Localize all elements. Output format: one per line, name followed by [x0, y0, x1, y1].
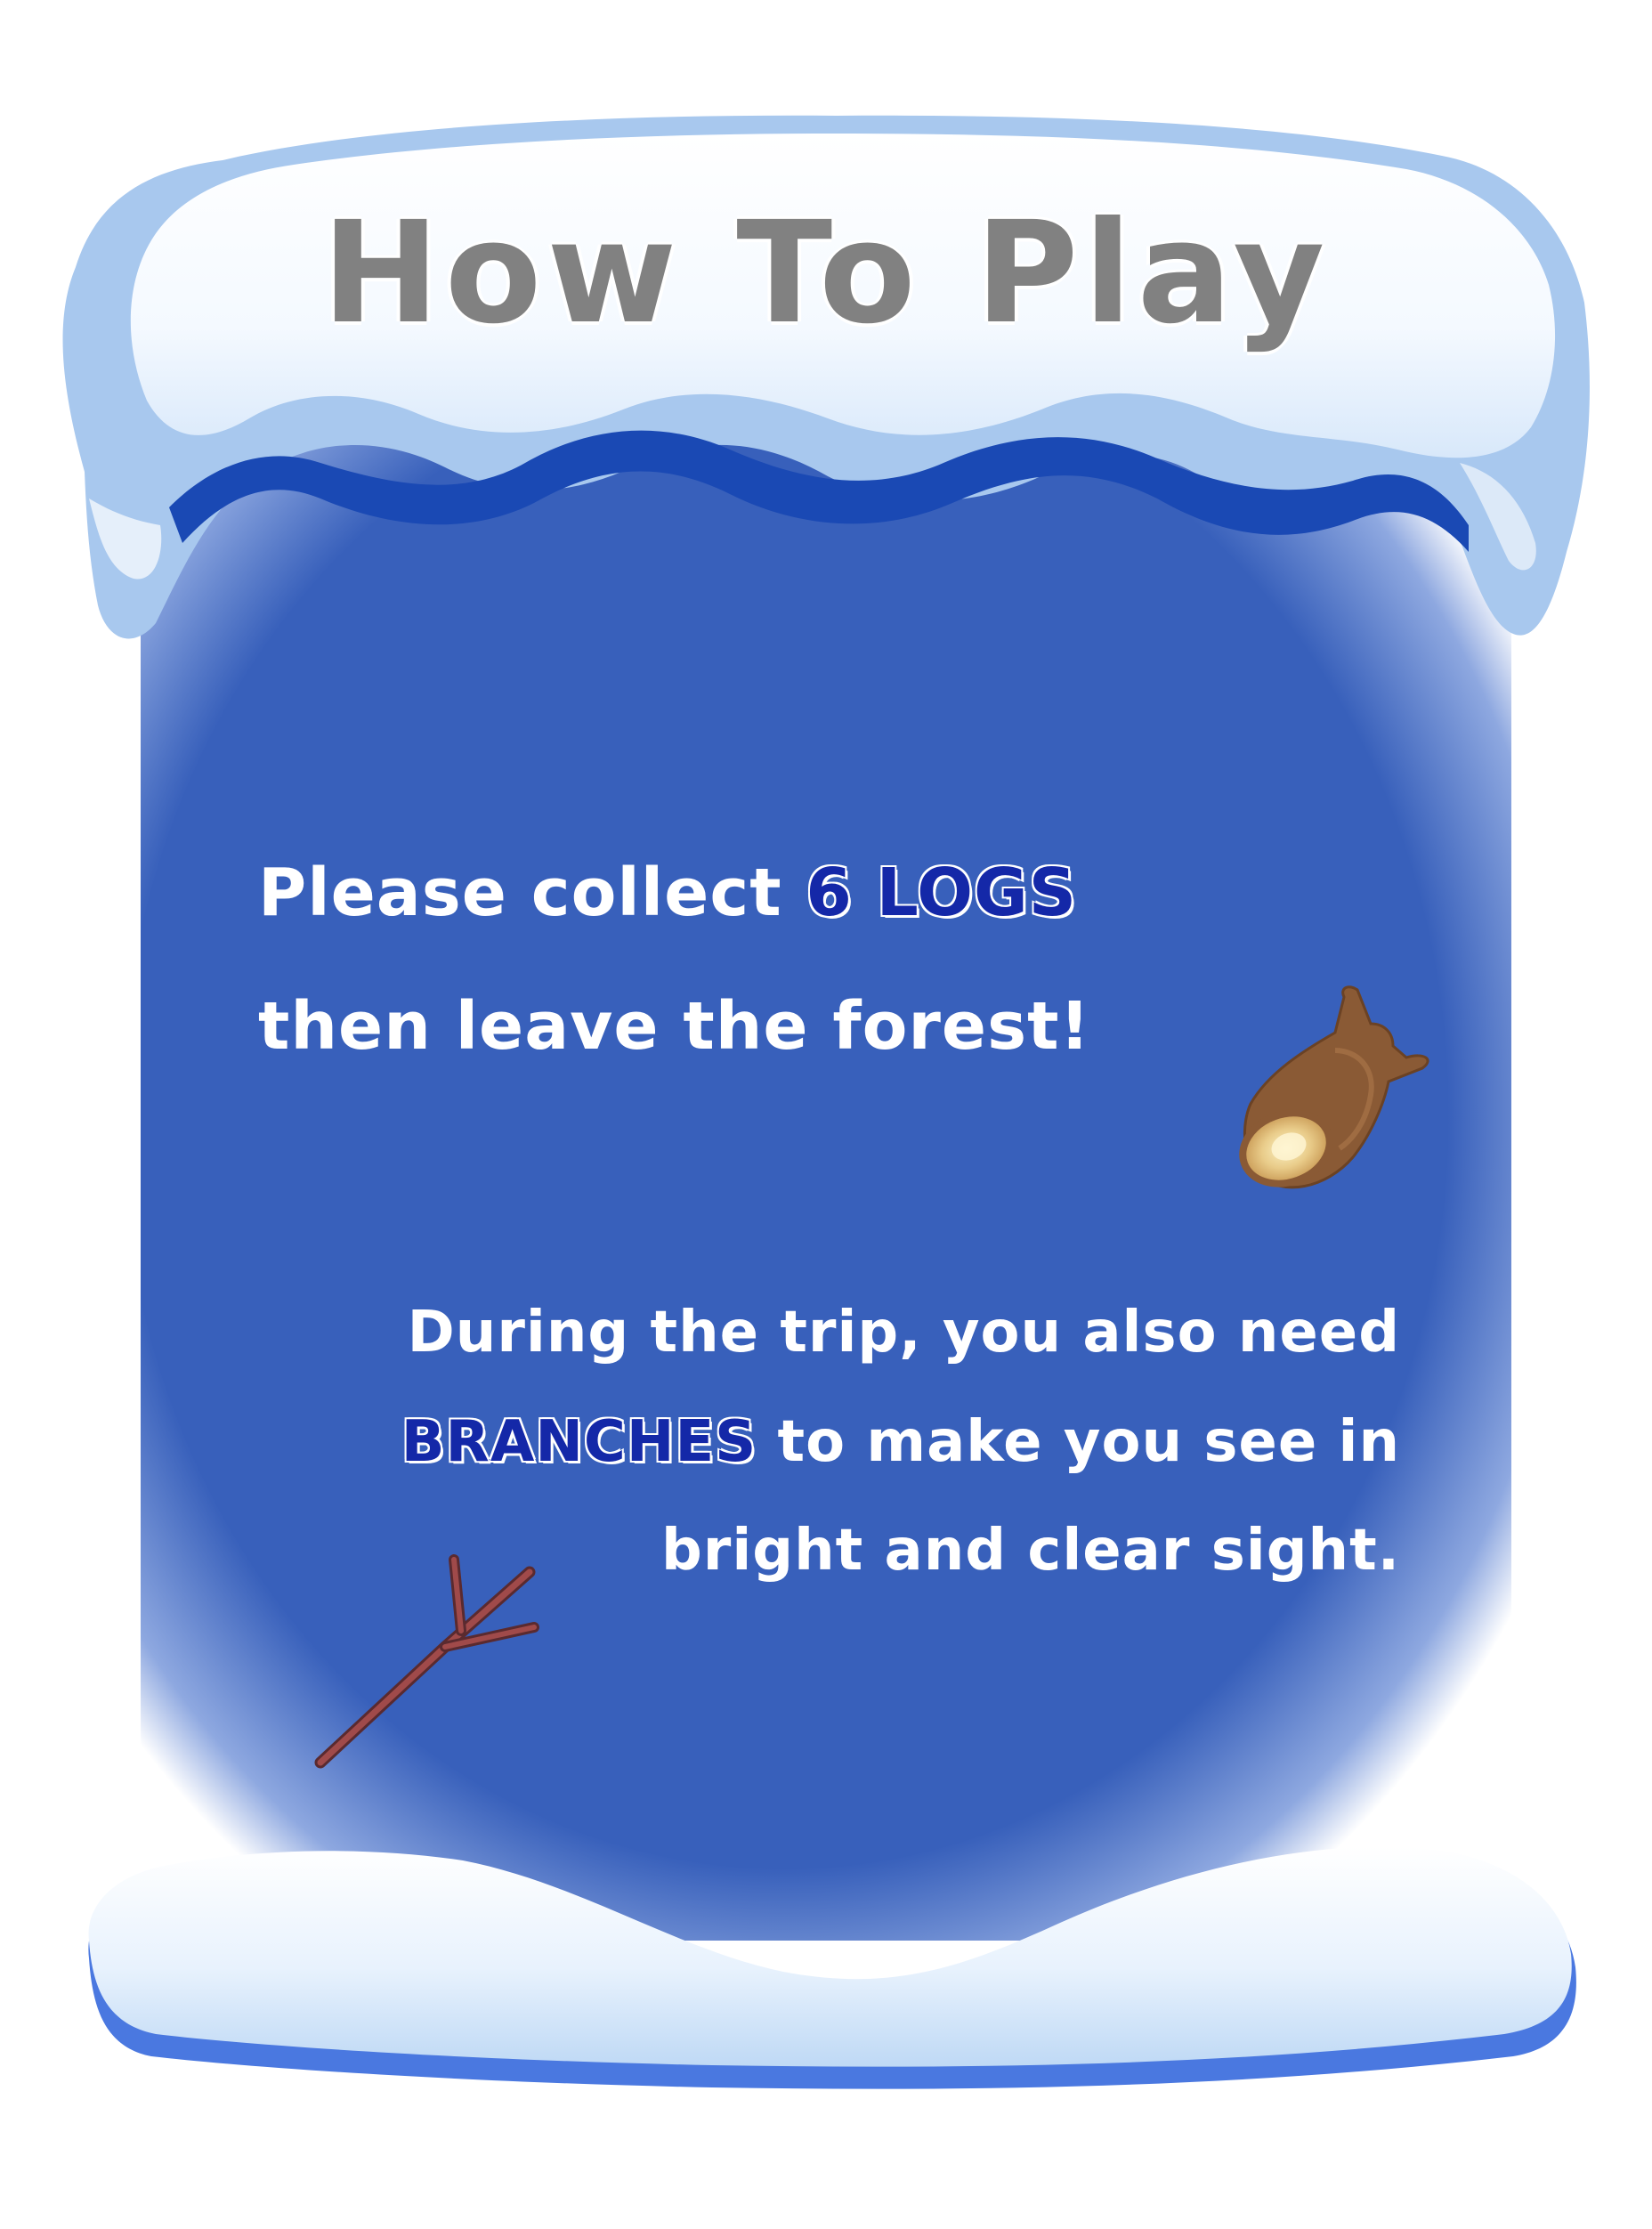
instruction-line-2: then leave the forest!: [258, 988, 1091, 1065]
instruction-line-3: During the trip, you also need: [407, 1300, 1400, 1366]
logs-goal-highlight: 6 LOGS: [806, 855, 1078, 931]
instruction-line-1: Please collect 6 LOGS: [258, 855, 1077, 931]
instruction-line-4: BRANCHES to make you see in: [401, 1409, 1400, 1475]
instruction-text: to make you see in: [757, 1409, 1400, 1475]
page-title: How To Play: [321, 191, 1331, 355]
instruction-text: Please collect: [258, 855, 806, 931]
instruction-line-5: bright and clear sight.: [660, 1518, 1400, 1584]
branches-highlight: BRANCHES: [401, 1409, 757, 1475]
